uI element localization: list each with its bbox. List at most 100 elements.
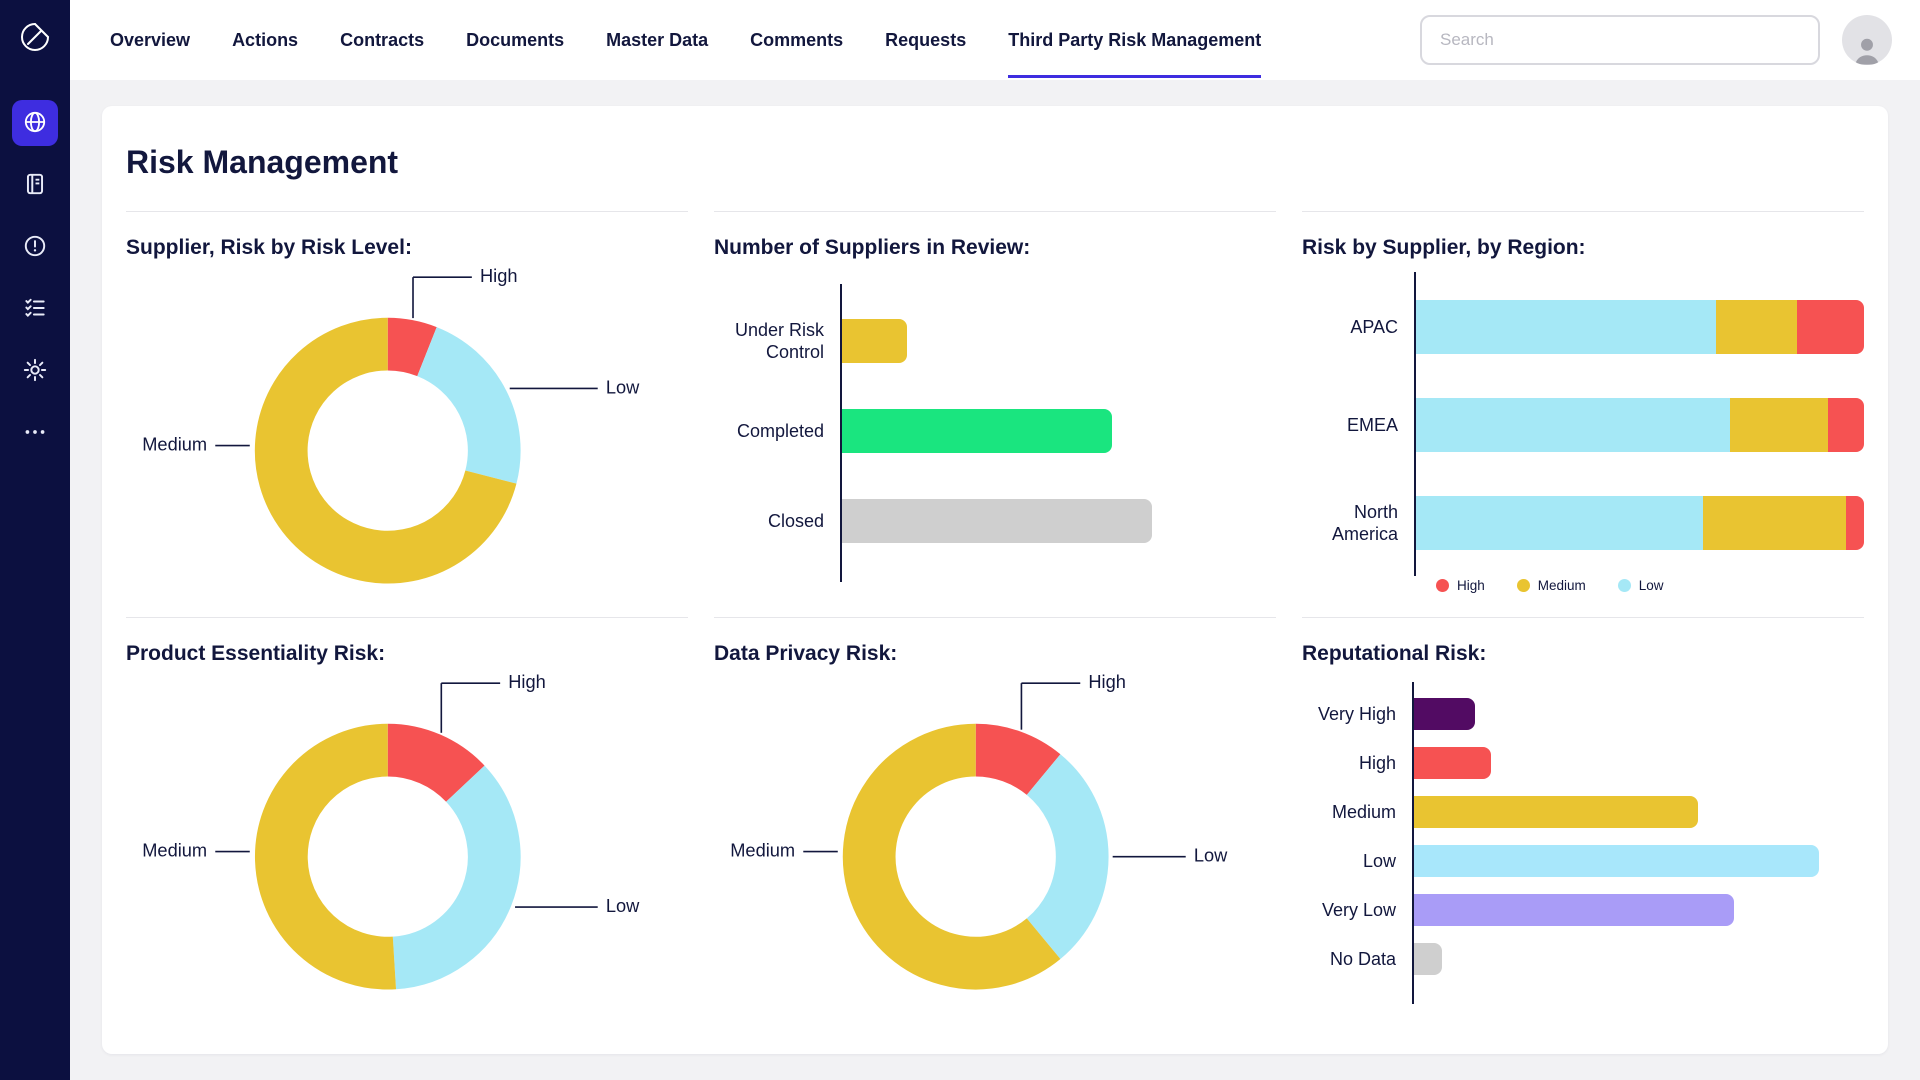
bar-segment-high	[1846, 496, 1864, 550]
slice-label: High	[1088, 672, 1126, 692]
donut-slice-low	[394, 784, 494, 963]
app-logo-icon	[12, 14, 58, 60]
bar-category-label: Medium	[1302, 788, 1412, 837]
bar-category-label: Under Risk Control	[714, 296, 840, 386]
tab-overview[interactable]: Overview	[110, 0, 190, 80]
bar-segment-high	[1828, 398, 1864, 452]
stacked-bar	[1416, 398, 1864, 452]
reputational-risk-bars: Very HighHighMediumLowVery LowNo Data	[1302, 682, 1864, 1004]
sidebar-item-alerts[interactable]	[12, 224, 58, 270]
legend-dot	[1517, 579, 1530, 592]
donut-chart: High Low Medium	[714, 672, 1276, 1017]
bar-axis	[840, 284, 1276, 582]
person-icon	[1850, 33, 1884, 65]
bar	[1414, 698, 1475, 730]
legend-dot	[1618, 579, 1631, 592]
panel-risk-by-region: Risk by Supplier, by Region: APACEMEANor…	[1302, 211, 1864, 617]
bar	[842, 319, 907, 363]
legend-item: Medium	[1517, 578, 1586, 593]
bar-category-label: Closed	[714, 476, 840, 566]
bar	[1414, 845, 1819, 877]
legend-dot	[1436, 579, 1449, 592]
alerts-icon	[22, 233, 48, 262]
bar-category-label: Low	[1302, 837, 1412, 886]
legend-item: Low	[1618, 578, 1664, 593]
sidebar-nav	[12, 100, 58, 456]
slice-label: High	[480, 266, 518, 286]
bar	[842, 499, 1152, 543]
bar	[842, 409, 1112, 453]
region-stacked-bars: APACEMEANorth America High Medium Low	[1302, 272, 1864, 593]
tab-actions[interactable]: Actions	[232, 0, 298, 80]
chart-title: Reputational Risk:	[1302, 642, 1864, 666]
sidebar-item-tasks[interactable]	[12, 286, 58, 332]
slice-label: Low	[606, 895, 640, 916]
sidebar-item-settings[interactable]	[12, 348, 58, 394]
stacked-bar	[1416, 300, 1864, 354]
bar-segment-medium	[1703, 496, 1846, 550]
more-icon	[22, 419, 48, 448]
sidebar-item-more[interactable]	[12, 410, 58, 456]
chart-title: Number of Suppliers in Review:	[714, 236, 1276, 260]
supplier-risk-donut: HighLowMedium	[126, 266, 688, 611]
bar-segment-low	[1416, 300, 1716, 354]
slice-label: Medium	[142, 839, 207, 860]
slice-label: Low	[606, 376, 640, 397]
topbar: Overview Actions Contracts Documents Mas…	[70, 0, 1920, 80]
panel-product-essentiality: Product Essentiality Risk: High Low Medium	[126, 617, 688, 1023]
main-column: Overview Actions Contracts Documents Mas…	[70, 0, 1920, 1080]
app-root: Overview Actions Contracts Documents Mas…	[0, 0, 1920, 1080]
sidebar-item-globe[interactable]	[12, 100, 58, 146]
bar-category-label: No Data	[1302, 935, 1412, 984]
slice-label: High	[508, 672, 546, 692]
user-avatar[interactable]	[1842, 15, 1892, 65]
panel-data-privacy: Data Privacy Risk: High Low Medium	[714, 617, 1276, 1023]
legend-item: High	[1436, 578, 1485, 593]
bar-category-label: APAC	[1302, 278, 1414, 376]
page-title: Risk Management	[126, 144, 1864, 181]
tab-comments[interactable]: Comments	[750, 0, 843, 80]
legend-label: High	[1457, 578, 1485, 593]
chart-title: Data Privacy Risk:	[714, 642, 1276, 666]
tab-master-data[interactable]: Master Data	[606, 0, 708, 80]
chart-title: Supplier, Risk by Risk Level:	[126, 236, 688, 260]
donut-slice-high	[388, 344, 427, 352]
bar-segment-low	[1416, 496, 1703, 550]
risk-management-card: Risk Management Supplier, Risk by Risk L…	[102, 106, 1888, 1054]
bar-category-label: North America	[1302, 474, 1414, 572]
sidebar-item-documents[interactable]	[12, 162, 58, 208]
donut-slice-medium	[281, 750, 394, 963]
panel-supplier-risk-level: Supplier, Risk by Risk Level: HighLowMed…	[126, 211, 688, 617]
search-input[interactable]	[1420, 15, 1820, 65]
donut-slice-high	[976, 750, 1044, 774]
globe-icon	[22, 109, 48, 138]
donut-chart: High Low Medium	[126, 672, 688, 1017]
checklist-icon	[22, 295, 48, 324]
slice-label: Low	[1194, 844, 1228, 865]
bar-category-label: Very High	[1302, 690, 1412, 739]
chart-legend: High Medium Low	[1436, 578, 1864, 593]
donut-chart: HighLowMedium	[126, 266, 688, 611]
chart-title: Product Essentiality Risk:	[126, 642, 688, 666]
bar	[1414, 747, 1491, 779]
bar-segment-low	[1416, 398, 1730, 452]
bar	[1414, 894, 1734, 926]
sidebar	[0, 0, 70, 1080]
legend-label: Low	[1639, 578, 1664, 593]
bar-category-label: Very Low	[1302, 886, 1412, 935]
slice-label: Medium	[730, 839, 795, 860]
panel-reputational-risk: Reputational Risk: Very HighHighMediumLo…	[1302, 617, 1864, 1023]
stacked-bar	[1416, 496, 1864, 550]
bar-axis	[1414, 272, 1864, 576]
bar-category-label: Completed	[714, 386, 840, 476]
tab-documents[interactable]: Documents	[466, 0, 564, 80]
bar-axis	[1412, 682, 1864, 1004]
tab-third-party-risk-management[interactable]: Third Party Risk Management	[1008, 0, 1261, 80]
legend-label: Medium	[1538, 578, 1586, 593]
settings-icon	[22, 357, 48, 386]
bar	[1414, 943, 1442, 975]
tab-contracts[interactable]: Contracts	[340, 0, 424, 80]
topbar-right	[1420, 15, 1892, 65]
tab-requests[interactable]: Requests	[885, 0, 966, 80]
bar-category-label: EMEA	[1302, 376, 1414, 474]
